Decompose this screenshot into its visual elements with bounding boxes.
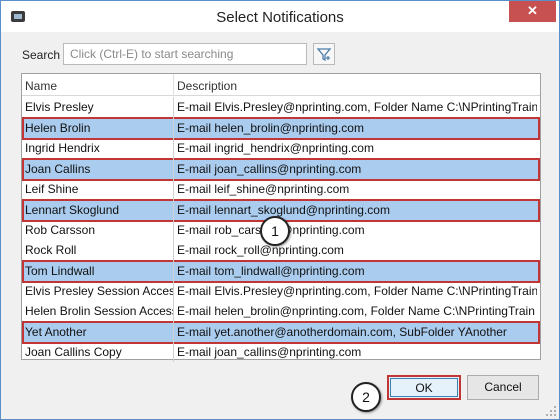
column-divider[interactable] — [173, 74, 174, 96]
callout-2: 2 — [351, 382, 381, 412]
table-row[interactable]: Ingrid Hendrix E-mail ingrid_hendrix@npri… — [22, 138, 540, 158]
cell-divider — [173, 240, 174, 260]
cell-divider — [173, 260, 174, 283]
row-description: E-mail joan_callins@nprinting.com — [177, 162, 362, 176]
cell-divider — [173, 301, 174, 321]
table-row[interactable]: Leif Shine E-mail leif_shine@nprinting.co… — [22, 179, 540, 199]
row-name: Rob Carsson — [25, 223, 96, 237]
row-description: E-mail tom_lindwall@nprinting.com — [177, 264, 365, 278]
window-title: Select Notifications — [216, 9, 344, 26]
cell-divider — [173, 281, 174, 301]
table-row[interactable]: Yet Another E-mail yet.another@anotherdom… — [22, 321, 540, 344]
row-name: Leif Shine — [25, 182, 79, 196]
table-row[interactable]: Elvis Presley Session Access E-mail Elvis… — [22, 281, 540, 301]
row-name: Helen Brolin — [25, 121, 91, 135]
cell-divider — [173, 117, 174, 140]
filter-button[interactable] — [313, 43, 335, 65]
resize-grip-icon[interactable] — [545, 405, 557, 417]
table-row[interactable]: Tom Lindwall E-mail tom_lindwall@nprintin… — [22, 260, 540, 283]
callout-1: 1 — [260, 216, 290, 246]
ok-button[interactable]: OK — [387, 375, 461, 400]
row-name: Elvis Presley Session Access — [25, 284, 173, 298]
cell-divider — [173, 138, 174, 158]
cell-divider — [173, 158, 174, 181]
search-input[interactable] — [63, 43, 307, 65]
row-description: E-mail rock_roll@nprinting.com — [177, 243, 344, 257]
cell-divider — [173, 97, 174, 117]
cell-divider — [173, 342, 174, 362]
table-row[interactable]: Joan Callins Copy E-mail joan_callins@npr… — [22, 342, 540, 362]
row-name: Tom Lindwall — [25, 264, 95, 278]
row-name: Joan Callins Copy — [25, 345, 122, 359]
filter-icon — [316, 48, 332, 62]
row-name: Helen Brolin Session Access — [25, 304, 173, 318]
row-description: E-mail lennart_skoglund@nprinting.com — [177, 203, 390, 217]
cancel-button[interactable]: Cancel — [467, 375, 539, 400]
row-description: E-mail helen_brolin@nprinting.com, Folde… — [177, 304, 535, 318]
table-header: Name Description — [22, 74, 540, 96]
cell-divider — [173, 321, 174, 344]
row-name: Rock Roll — [25, 243, 77, 257]
row-description: E-mail ingrid_hendrix@nprinting.com — [177, 141, 374, 155]
row-description: E-mail Elvis.Presley@nprinting.com, Fold… — [177, 284, 537, 298]
cell-divider — [173, 220, 174, 240]
close-icon: ✕ — [527, 3, 538, 18]
close-button[interactable]: ✕ — [509, 1, 556, 22]
row-name: Lennart Skoglund — [25, 203, 120, 217]
table-row[interactable]: Helen Brolin Session Access E-mail helen_… — [22, 301, 540, 321]
table-row[interactable]: Elvis Presley E-mail Elvis.Presley@nprint… — [22, 97, 540, 117]
column-header-name[interactable]: Name — [25, 79, 57, 93]
column-header-description[interactable]: Description — [177, 79, 237, 93]
search-label: Search — [22, 48, 61, 62]
row-description: E-mail yet.another@anotherdomain.com, Su… — [177, 325, 507, 339]
row-description: E-mail rob_carsson@nprinting.com — [177, 223, 365, 237]
row-name: Ingrid Hendrix — [25, 141, 100, 155]
row-description: E-mail Elvis.Presley@nprinting.com, Fold… — [177, 100, 537, 114]
cell-divider — [173, 199, 174, 222]
row-name: Elvis Presley — [25, 100, 94, 114]
row-description: E-mail joan_callins@nprinting.com — [177, 345, 362, 359]
table-row[interactable]: Helen Brolin E-mail helen_brolin@nprintin… — [22, 117, 540, 140]
title-bar: Select Notifications ✕ — [1, 1, 559, 32]
row-name: Yet Another — [25, 325, 87, 339]
row-name: Joan Callins — [25, 162, 91, 176]
cell-divider — [173, 179, 174, 199]
select-notifications-dialog: Select Notifications ✕ Search Name Descr… — [0, 0, 560, 420]
table-row[interactable]: Joan Callins E-mail joan_callins@nprintin… — [22, 158, 540, 181]
row-description: E-mail helen_brolin@nprinting.com — [177, 121, 364, 135]
row-description: E-mail leif_shine@nprinting.com — [177, 182, 350, 196]
